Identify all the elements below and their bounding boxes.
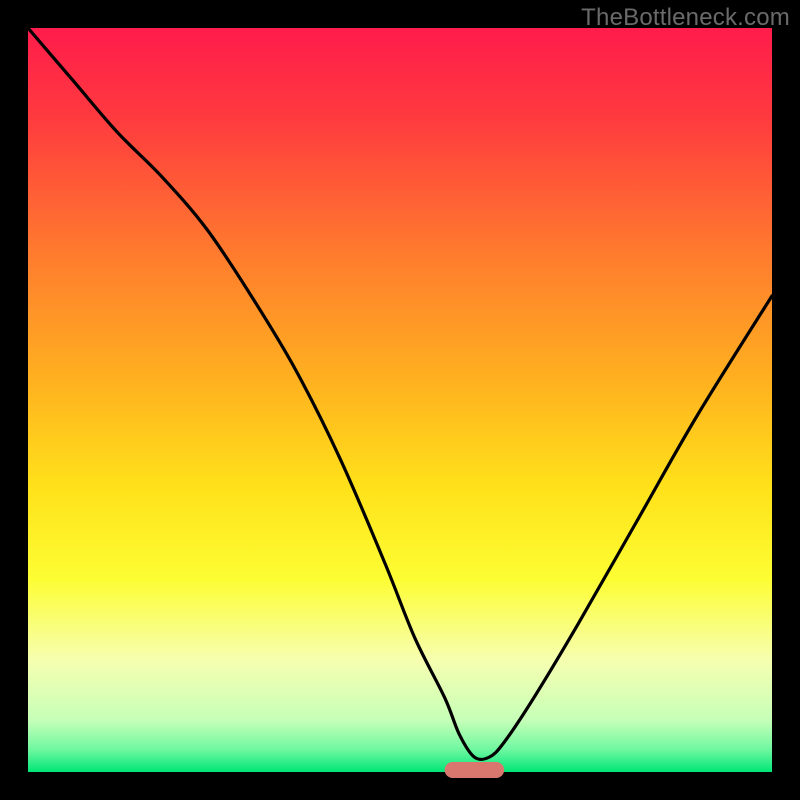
watermark-text: TheBottleneck.com (581, 4, 790, 32)
bottleneck-chart (0, 0, 800, 800)
optimal-marker (445, 762, 505, 778)
chart-frame: TheBottleneck.com (0, 0, 800, 800)
plot-background (28, 28, 772, 772)
